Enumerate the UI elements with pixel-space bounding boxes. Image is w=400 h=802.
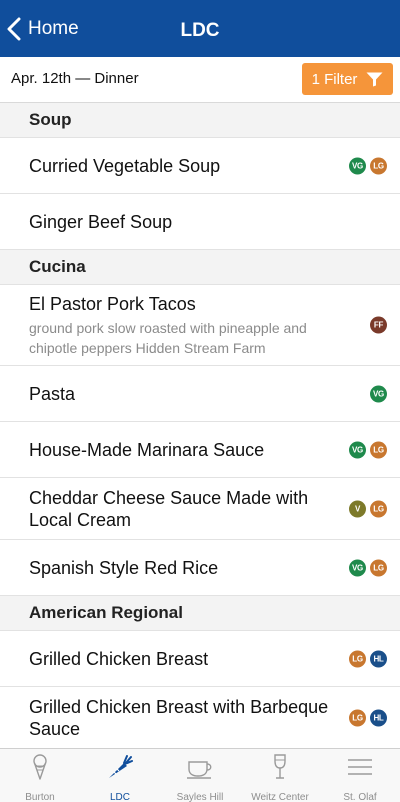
menu-item-description: ground pork slow roasted with pineapple … bbox=[29, 319, 307, 356]
dietary-badge-hl-icon[interactable]: HL bbox=[370, 650, 387, 667]
tab-sayles-hill[interactable]: Sayles Hill bbox=[160, 749, 240, 802]
wine-glass-icon bbox=[265, 752, 295, 787]
dietary-badges: VG bbox=[366, 385, 387, 402]
dietary-badge-lg-icon[interactable]: LG bbox=[370, 157, 387, 174]
dietary-badge-lg-icon[interactable]: LG bbox=[370, 441, 387, 458]
dietary-badges: V LG bbox=[345, 500, 387, 517]
section-header: Soup bbox=[0, 103, 400, 138]
menu-item-title: El Pastor Pork Tacos bbox=[29, 293, 196, 314]
menu-item-title: Grilled Chicken Breast with Barbeque Sau… bbox=[29, 696, 329, 739]
dietary-badges: VG LG bbox=[345, 559, 387, 576]
carrot-icon bbox=[105, 752, 135, 787]
dietary-badge-lg-icon[interactable]: LG bbox=[349, 650, 366, 667]
menu-item[interactable]: El Pastor Pork Tacos ground pork slow roa… bbox=[0, 285, 400, 366]
tab-bar: Burton LDC Sayles Hill Weitz Center St. Olaf bbox=[0, 748, 400, 802]
menu-item-title: Pasta bbox=[29, 383, 76, 404]
filter-button-label: 1 Filter bbox=[311, 70, 358, 88]
dietary-badges: VG LG bbox=[345, 157, 387, 174]
menu-lines-icon bbox=[345, 752, 375, 787]
menu-item-title: House-Made Marinara Sauce bbox=[29, 439, 265, 460]
menu-item-title: Cheddar Cheese Sauce Made with Local Cre… bbox=[29, 487, 309, 530]
dietary-badge-vg-icon[interactable]: VG bbox=[349, 441, 366, 458]
dietary-badge-lg-icon[interactable]: LG bbox=[370, 559, 387, 576]
dietary-badge-lg-icon[interactable]: LG bbox=[349, 709, 366, 726]
funnel-icon bbox=[366, 72, 383, 86]
dietary-badge-hl-icon[interactable]: HL bbox=[370, 709, 387, 726]
dietary-badge-vg-icon[interactable]: VG bbox=[370, 385, 387, 402]
filter-bar: Apr. 12th — Dinner 1 Filter bbox=[0, 57, 400, 103]
dietary-badges: LG HL bbox=[345, 709, 387, 726]
dietary-badge-vg-icon[interactable]: VG bbox=[349, 157, 366, 174]
ice-cream-icon bbox=[25, 752, 55, 787]
tab-burton[interactable]: Burton bbox=[0, 749, 80, 802]
section-header: American Regional bbox=[0, 596, 400, 631]
menu-item-title: Curried Vegetable Soup bbox=[29, 155, 221, 176]
filter-button[interactable]: 1 Filter bbox=[302, 63, 393, 95]
coffee-cup-icon bbox=[185, 752, 215, 787]
section-header: Cucina bbox=[0, 250, 400, 285]
menu-item[interactable]: Grilled Chicken Breast LG HL bbox=[0, 631, 400, 687]
menu-item[interactable]: House-Made Marinara Sauce VG LG bbox=[0, 422, 400, 478]
menu-item[interactable]: Ginger Beef Soup bbox=[0, 194, 400, 250]
dietary-badge-vg-icon[interactable]: VG bbox=[349, 559, 366, 576]
menu-item-title: Grilled Chicken Breast bbox=[29, 648, 209, 669]
menu-item[interactable]: Spanish Style Red Rice VG LG bbox=[0, 540, 400, 596]
dietary-badge-ff-icon[interactable]: FF bbox=[370, 316, 387, 334]
tab-label: LDC bbox=[109, 792, 130, 802]
menu-item[interactable]: Curried Vegetable Soup VG LG bbox=[0, 138, 400, 194]
menu-item[interactable]: Pasta VG bbox=[0, 366, 400, 422]
tab-label: Weitz Center bbox=[251, 792, 309, 802]
dietary-badges: VG LG bbox=[345, 441, 387, 458]
menu-list[interactable]: Soup Curried Vegetable Soup VG LG Ginger Bee… bbox=[0, 103, 400, 748]
dietary-badge-lg-icon[interactable]: LG bbox=[370, 500, 387, 517]
dietary-badge-v-icon[interactable]: V bbox=[349, 500, 366, 517]
meal-date-label[interactable]: Apr. 12th — Dinner bbox=[11, 70, 139, 87]
dietary-badges: FF bbox=[366, 316, 387, 334]
tab-label: Sayles Hill bbox=[176, 792, 224, 802]
menu-item-title: Ginger Beef Soup bbox=[29, 211, 173, 232]
menu-item-title: Spanish Style Red Rice bbox=[29, 557, 219, 578]
tab-label: Burton bbox=[25, 792, 55, 802]
tab-label: St. Olaf bbox=[343, 792, 377, 802]
menu-item[interactable]: Cheddar Cheese Sauce Made with Local Cre… bbox=[0, 478, 400, 540]
tab-ldc[interactable]: LDC bbox=[80, 749, 160, 802]
menu-item[interactable]: Grilled Chicken Breast with Barbeque Sau… bbox=[0, 687, 400, 748]
tab-weitz-center[interactable]: Weitz Center bbox=[240, 749, 320, 802]
nav-bar: Home LDC bbox=[0, 0, 400, 57]
tab-st-olaf[interactable]: St. Olaf bbox=[320, 749, 400, 802]
dietary-badges: LG HL bbox=[345, 650, 387, 667]
page-title: LDC bbox=[180, 20, 220, 41]
